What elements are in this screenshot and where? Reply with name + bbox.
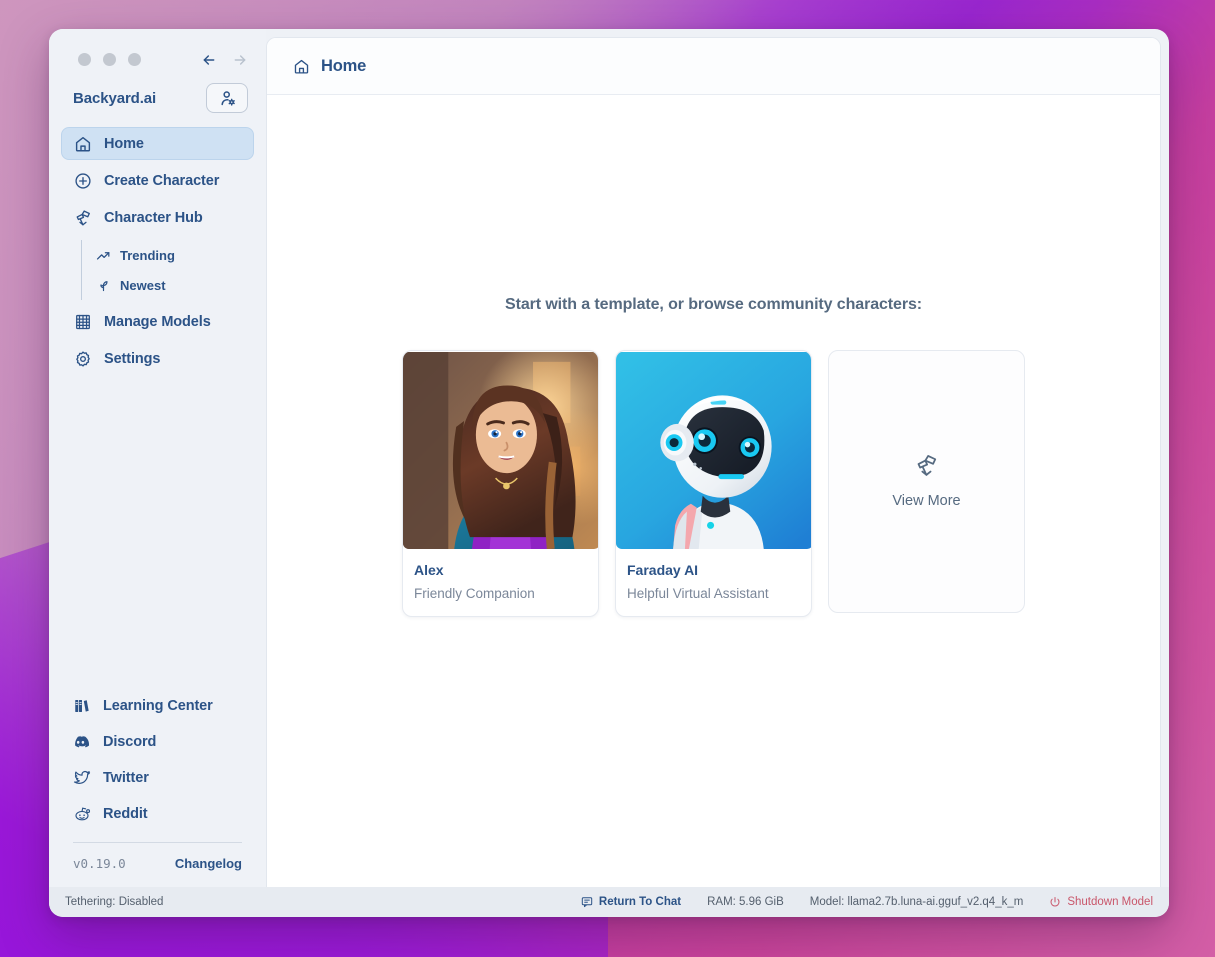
view-more-card[interactable]: View More	[828, 349, 1025, 613]
character-name: Faraday AI	[627, 561, 699, 578]
power-icon	[1050, 897, 1060, 907]
template-card-list: Alex Friendly Companion Faraday AI Helpf…	[402, 349, 1025, 617]
sidebar-item-label: Settings	[104, 350, 161, 367]
sprout-icon	[100, 280, 108, 291]
sidebar-item-settings[interactable]: Settings	[61, 342, 254, 375]
shutdown-model-button[interactable]: Shutdown Model	[1049, 896, 1153, 908]
character-card-body: Faraday AI Helpful Virtual Assistant	[616, 550, 811, 616]
discord-icon	[75, 735, 90, 748]
sidebar-item-label: Character Hub	[104, 209, 203, 226]
version-row: v0.19.0 Changelog	[61, 843, 254, 887]
changelog-link[interactable]: Changelog	[175, 856, 242, 871]
sidebar: Backyard.ai Home Create Character Charac…	[49, 29, 266, 887]
back-arrow-icon[interactable]	[201, 52, 217, 68]
character-name: Alex	[414, 561, 444, 578]
sidebar-subitem-newest[interactable]: Newest	[82, 270, 254, 300]
app-version: v0.19.0	[73, 856, 126, 871]
app-brand: Backyard.ai	[73, 89, 157, 107]
tethering-status: Tethering: Disabled	[65, 896, 164, 908]
main-content: Start with a template, or browse communi…	[267, 95, 1160, 887]
character-subtitle: Helpful Virtual Assistant	[627, 585, 769, 601]
character-hub-subnav: Trending Newest	[81, 240, 254, 300]
sidebar-subitem-label: Newest	[120, 277, 166, 293]
sidebar-item-label: Create Character	[104, 172, 220, 189]
sidebar-item-reddit[interactable]: Reddit	[61, 796, 254, 832]
sidebar-subitem-trending[interactable]: Trending	[82, 240, 254, 270]
ram-status: RAM: 5.96 GiB	[707, 896, 784, 908]
plus-circle-icon	[75, 172, 91, 189]
user-settings-icon	[220, 90, 235, 106]
template-prompt: Start with a template, or browse communi…	[505, 295, 922, 313]
sidebar-social-label: Reddit	[103, 806, 148, 822]
return-to-chat-label: Return To Chat	[598, 896, 682, 908]
view-more-label: View More	[892, 493, 961, 509]
sidebar-item-learning-center[interactable]: Learning Center	[61, 688, 254, 724]
sidebar-subitem-label: Trending	[120, 247, 175, 263]
sidebar-item-manage-models[interactable]: Manage Models	[61, 305, 254, 338]
gear-icon	[76, 350, 90, 367]
status-bar: Tethering: Disabled Return To Chat RAM: …	[49, 887, 1169, 917]
home-icon	[75, 136, 91, 151]
home-icon	[294, 59, 309, 74]
page-title: Home	[321, 56, 367, 75]
abacus-icon	[76, 314, 90, 329]
character-card-body: Alex Friendly Companion	[403, 550, 598, 616]
window-body: Backyard.ai Home Create Character Charac…	[49, 29, 1169, 887]
chat-bubble-icon	[581, 897, 593, 908]
sidebar-item-character-hub[interactable]: Character Hub	[61, 201, 254, 234]
character-card[interactable]: Faraday AI Helpful Virtual Assistant	[615, 349, 812, 617]
sidebar-item-twitter[interactable]: Twitter	[61, 760, 254, 796]
twitter-icon	[73, 770, 91, 784]
trending-up-icon	[96, 251, 110, 260]
maximize-window-button[interactable]	[128, 53, 141, 66]
forward-arrow-icon[interactable]	[232, 52, 248, 68]
books-icon	[75, 700, 89, 712]
status-bar-right: Return To Chat RAM: 5.96 GiB Model: llam…	[581, 896, 1153, 908]
shutdown-model-label: Shutdown Model	[1067, 896, 1153, 908]
reddit-icon	[75, 807, 91, 821]
titlebar-controls	[61, 29, 254, 71]
close-window-button[interactable]	[78, 53, 91, 66]
telescope-icon	[917, 455, 937, 476]
return-to-chat-button[interactable]: Return To Chat	[581, 896, 681, 908]
page-header: Home	[267, 38, 1160, 95]
history-nav	[201, 52, 254, 68]
character-card[interactable]: Alex Friendly Companion	[402, 349, 599, 617]
app-window: Backyard.ai Home Create Character Charac…	[49, 29, 1169, 917]
sidebar-item-home[interactable]: Home	[61, 127, 254, 160]
sidebar-item-label: Manage Models	[104, 313, 211, 330]
minimize-window-button[interactable]	[103, 53, 116, 66]
character-avatar	[403, 351, 598, 549]
sidebar-item-create-character[interactable]: Create Character	[61, 164, 254, 197]
character-subtitle: Friendly Companion	[414, 585, 535, 601]
sidebar-item-discord[interactable]: Discord	[61, 724, 254, 760]
model-status: Model: llama2.7b.luna-ai.gguf_v2.q4_k_m	[809, 896, 1024, 908]
user-settings-button[interactable]	[206, 83, 248, 113]
main-panel: Home Start with a template, or browse co…	[266, 37, 1161, 887]
sidebar-nav: Home Create Character Character Hub Tren…	[61, 127, 254, 378]
sidebar-social-links: Learning Center Discord Twitter Reddit	[61, 688, 254, 832]
brand-row: Backyard.ai	[61, 71, 254, 127]
telescope-icon	[76, 209, 90, 225]
character-avatar	[616, 351, 811, 549]
sidebar-social-label: Twitter	[103, 770, 149, 786]
sidebar-social-label: Learning Center	[103, 698, 213, 714]
sidebar-social-label: Discord	[103, 734, 157, 750]
sidebar-item-label: Home	[104, 135, 144, 152]
